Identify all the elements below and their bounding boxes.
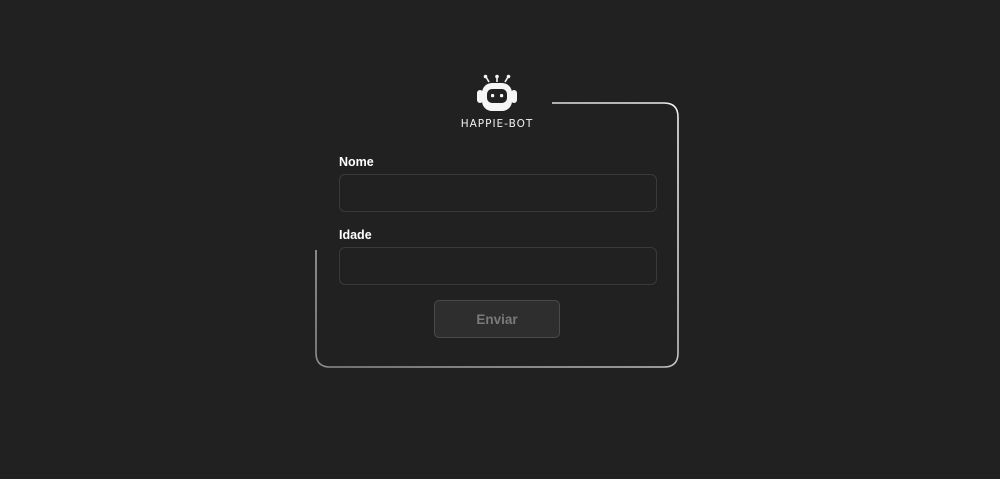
card-border	[315, 102, 679, 368]
logo: HAPPIE-BOT	[442, 74, 552, 134]
logo-text: HAPPIE-BOT	[460, 118, 534, 130]
age-input[interactable]	[339, 247, 657, 285]
name-label: Nome	[339, 155, 374, 169]
page: HAPPIE-BOT Nome Idade Enviar	[0, 0, 1000, 479]
robot-icon	[477, 74, 517, 111]
submit-button[interactable]: Enviar	[434, 300, 560, 338]
name-input[interactable]	[339, 174, 657, 212]
age-label: Idade	[339, 228, 372, 242]
